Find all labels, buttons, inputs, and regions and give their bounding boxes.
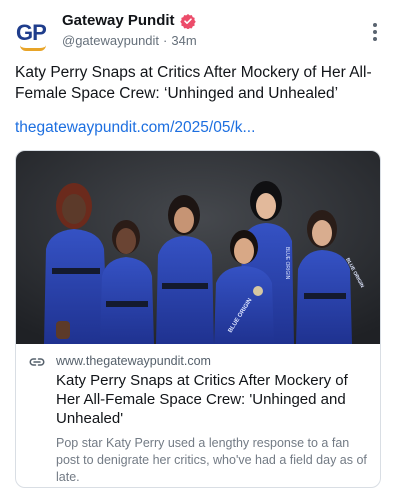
card-title[interactable]: Katy Perry Snaps at Critics After Mocker… (56, 371, 372, 428)
post-header: GP Gateway Pundit @gatewaypundit · 34m (14, 8, 385, 52)
avatar-logo-text: GP (16, 20, 47, 45)
separator: · (163, 33, 168, 48)
display-name[interactable]: Gateway Pundit (62, 12, 175, 29)
group-photo-image: BLUE ORIGIN BLUE ORIGIN BLUE ORIGIN (16, 151, 380, 344)
link-preview-card[interactable]: BLUE ORIGIN BLUE ORIGIN BLUE ORIGIN www.… (15, 150, 381, 488)
post-link[interactable]: thegatewaypundit.com/2025/05/k... (15, 119, 255, 137)
suit-lettering: BLUE ORIGIN (284, 247, 290, 280)
handle[interactable]: @gatewaypundit (62, 33, 159, 48)
link-icon (29, 358, 45, 366)
avatar-swoosh (20, 45, 46, 51)
avatar[interactable]: GP (16, 18, 52, 54)
handle-row: @gatewaypundit · 34m (62, 33, 197, 48)
timestamp[interactable]: 34m (171, 33, 196, 48)
name-row: Gateway Pundit (62, 12, 196, 29)
more-options-icon[interactable] (365, 20, 385, 44)
verified-badge-icon (179, 13, 196, 29)
card-description: Pop star Katy Perry used a lengthy respo… (56, 436, 367, 484)
post: GP Gateway Pundit @gatewaypundit · 34m K… (0, 0, 395, 500)
post-text: Katy Perry Snaps at Critics After Mocker… (15, 64, 372, 102)
card-domain: www.thegatewaypundit.com (56, 354, 211, 368)
